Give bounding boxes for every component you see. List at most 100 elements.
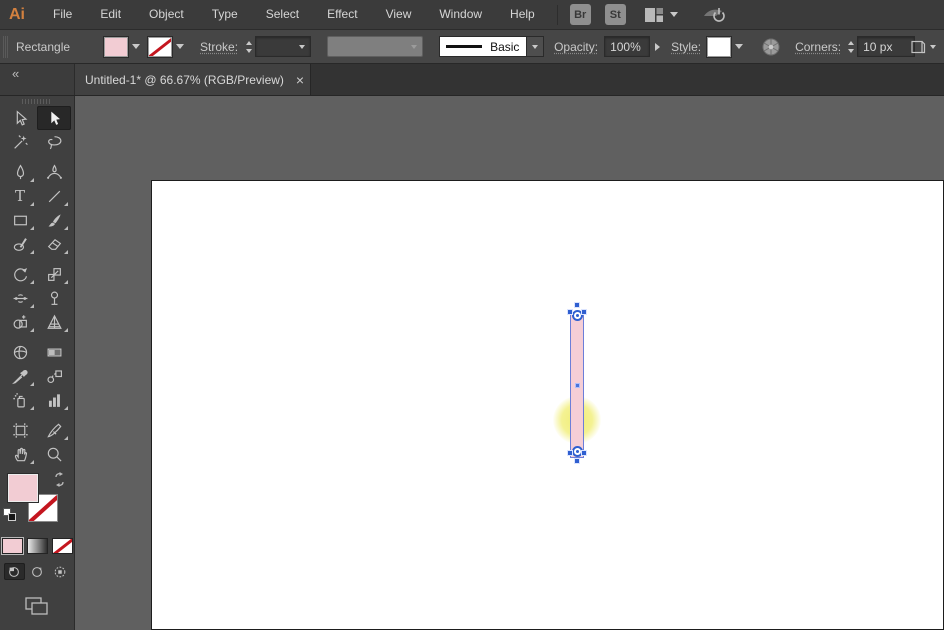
graphic-style-label[interactable]: Style: bbox=[671, 40, 701, 54]
fill-color-swatch[interactable] bbox=[103, 35, 130, 58]
mesh-tool[interactable] bbox=[3, 340, 37, 364]
chevron-down-icon[interactable] bbox=[669, 12, 678, 17]
stroke-chevron-icon[interactable] bbox=[176, 44, 185, 49]
hand-tool[interactable] bbox=[3, 442, 37, 466]
color-buttons bbox=[0, 538, 74, 554]
none-button[interactable] bbox=[51, 538, 73, 554]
menu-edit[interactable]: Edit bbox=[86, 0, 135, 29]
fill-stroke-indicator bbox=[0, 472, 74, 528]
recolor-artwork-icon[interactable] bbox=[761, 37, 781, 57]
perspective-grid-tool[interactable] bbox=[37, 310, 71, 334]
selected-object-label: Rectangle bbox=[16, 39, 71, 54]
lasso-tool[interactable] bbox=[37, 130, 71, 154]
selection-handle-bottom-center[interactable] bbox=[574, 458, 580, 464]
fill-chevron-icon[interactable] bbox=[132, 44, 141, 49]
default-fill-stroke-icon[interactable] bbox=[3, 508, 16, 521]
corners-label[interactable]: Corners: bbox=[795, 40, 841, 54]
canvas[interactable] bbox=[75, 96, 944, 630]
fill-color-button[interactable] bbox=[1, 538, 23, 554]
menu-file[interactable]: File bbox=[39, 0, 86, 29]
fill-proxy-swatch[interactable] bbox=[7, 473, 39, 503]
direct-selection-tool[interactable] bbox=[3, 106, 37, 130]
curvature-tool[interactable] bbox=[37, 160, 71, 184]
screen-mode-button[interactable] bbox=[0, 596, 74, 616]
menu-view[interactable]: View bbox=[372, 0, 426, 29]
menu-type[interactable]: Type bbox=[198, 0, 252, 29]
shaper-tool[interactable] bbox=[3, 232, 37, 256]
eyedropper-tool[interactable] bbox=[3, 364, 37, 388]
opacity-label[interactable]: Opacity: bbox=[554, 40, 598, 54]
shape-builder-tool[interactable] bbox=[3, 310, 37, 334]
panel-dock-chevron-icon bbox=[930, 44, 936, 49]
tab-close-icon[interactable]: × bbox=[296, 73, 304, 87]
selection-handle-top-right[interactable] bbox=[581, 309, 587, 315]
puppet-warp-tool[interactable] bbox=[37, 286, 71, 310]
selection-handle-bottom-left[interactable] bbox=[567, 450, 573, 456]
stroke-weight-field[interactable] bbox=[255, 36, 312, 57]
style-chevron-icon[interactable] bbox=[735, 44, 744, 49]
symbol-sprayer-tool[interactable] bbox=[3, 388, 37, 412]
draw-behind-mode[interactable] bbox=[27, 563, 48, 580]
artboard[interactable] bbox=[151, 180, 944, 630]
opacity-field[interactable]: 100% bbox=[604, 36, 651, 57]
menu-select[interactable]: Select bbox=[252, 0, 313, 29]
stroke-weight-stepper[interactable] bbox=[243, 36, 255, 58]
column-graph-tool[interactable] bbox=[37, 388, 71, 412]
artboard-tool[interactable] bbox=[3, 418, 37, 442]
object-center-point[interactable] bbox=[575, 383, 580, 388]
line-tool[interactable] bbox=[37, 184, 71, 208]
corners-field[interactable]: 10 px bbox=[857, 36, 916, 57]
magic-wand-tool[interactable] bbox=[3, 130, 37, 154]
stroke-weight-label[interactable]: Stroke: bbox=[200, 40, 238, 54]
zoom-tool[interactable] bbox=[37, 442, 71, 466]
panel-dock-control[interactable] bbox=[909, 38, 936, 56]
menu-divider bbox=[556, 4, 558, 25]
stroke-color-swatch[interactable] bbox=[147, 35, 174, 58]
brush-chevron-icon[interactable] bbox=[527, 36, 545, 57]
rotate-tool[interactable] bbox=[3, 262, 37, 286]
quick-buttons: Br St bbox=[569, 4, 626, 25]
screen-mode-icon bbox=[25, 597, 48, 615]
sync-status[interactable] bbox=[702, 5, 728, 25]
document-tab[interactable]: Untitled-1* @ 66.67% (RGB/Preview) × bbox=[75, 64, 311, 95]
illustrator-window: Ai File Edit Object Type Select Effect View Win… bbox=[0, 0, 944, 630]
workspace-switcher[interactable] bbox=[644, 7, 678, 23]
brush-definition-dropdown[interactable]: Basic bbox=[439, 36, 545, 57]
control-bar-grip[interactable] bbox=[3, 35, 8, 58]
menu-bar: Ai File Edit Object Type Select Effect View Win… bbox=[0, 0, 944, 30]
selection-handle-bottom-right[interactable] bbox=[581, 450, 587, 456]
swap-fill-stroke-icon[interactable] bbox=[52, 472, 68, 487]
collapse-panel-icon[interactable]: « bbox=[12, 66, 19, 81]
pen-tool[interactable] bbox=[3, 160, 37, 184]
sync-power-icon bbox=[703, 7, 725, 22]
selection-tool[interactable] bbox=[37, 106, 71, 130]
selection-handle-top-center[interactable] bbox=[574, 302, 580, 308]
stock-button[interactable]: St bbox=[604, 4, 626, 25]
menu-help[interactable]: Help bbox=[496, 0, 549, 29]
width-tool[interactable] bbox=[3, 286, 37, 310]
opacity-expand-icon[interactable] bbox=[650, 36, 665, 57]
toolbar-header: « bbox=[0, 64, 75, 95]
corners-stepper[interactable] bbox=[845, 36, 857, 58]
selection-handle-top-left[interactable] bbox=[567, 309, 573, 315]
brush-stroke-preview bbox=[446, 45, 483, 48]
gradient-tool[interactable] bbox=[37, 340, 71, 364]
blend-tool[interactable] bbox=[37, 364, 71, 388]
gradient-button[interactable] bbox=[26, 538, 48, 554]
slice-tool[interactable] bbox=[37, 418, 71, 442]
tools-panel-grip[interactable] bbox=[22, 99, 52, 104]
bridge-button[interactable]: Br bbox=[569, 4, 591, 25]
menu-window[interactable]: Window bbox=[425, 0, 496, 29]
rectangle-tool[interactable] bbox=[3, 208, 37, 232]
panel-dock-icon bbox=[911, 40, 926, 53]
eraser-tool[interactable] bbox=[37, 232, 71, 256]
draw-inside-mode[interactable] bbox=[50, 563, 71, 580]
menu-object[interactable]: Object bbox=[135, 0, 198, 29]
scale-tool[interactable] bbox=[37, 262, 71, 286]
type-tool[interactable]: T bbox=[3, 184, 37, 208]
tab-bar: « Untitled-1* @ 66.67% (RGB/Preview) × bbox=[0, 64, 944, 96]
paintbrush-tool[interactable] bbox=[37, 208, 71, 232]
draw-normal-mode[interactable] bbox=[3, 563, 25, 580]
graphic-style-swatch[interactable] bbox=[706, 35, 733, 58]
menu-effect[interactable]: Effect bbox=[313, 0, 371, 29]
